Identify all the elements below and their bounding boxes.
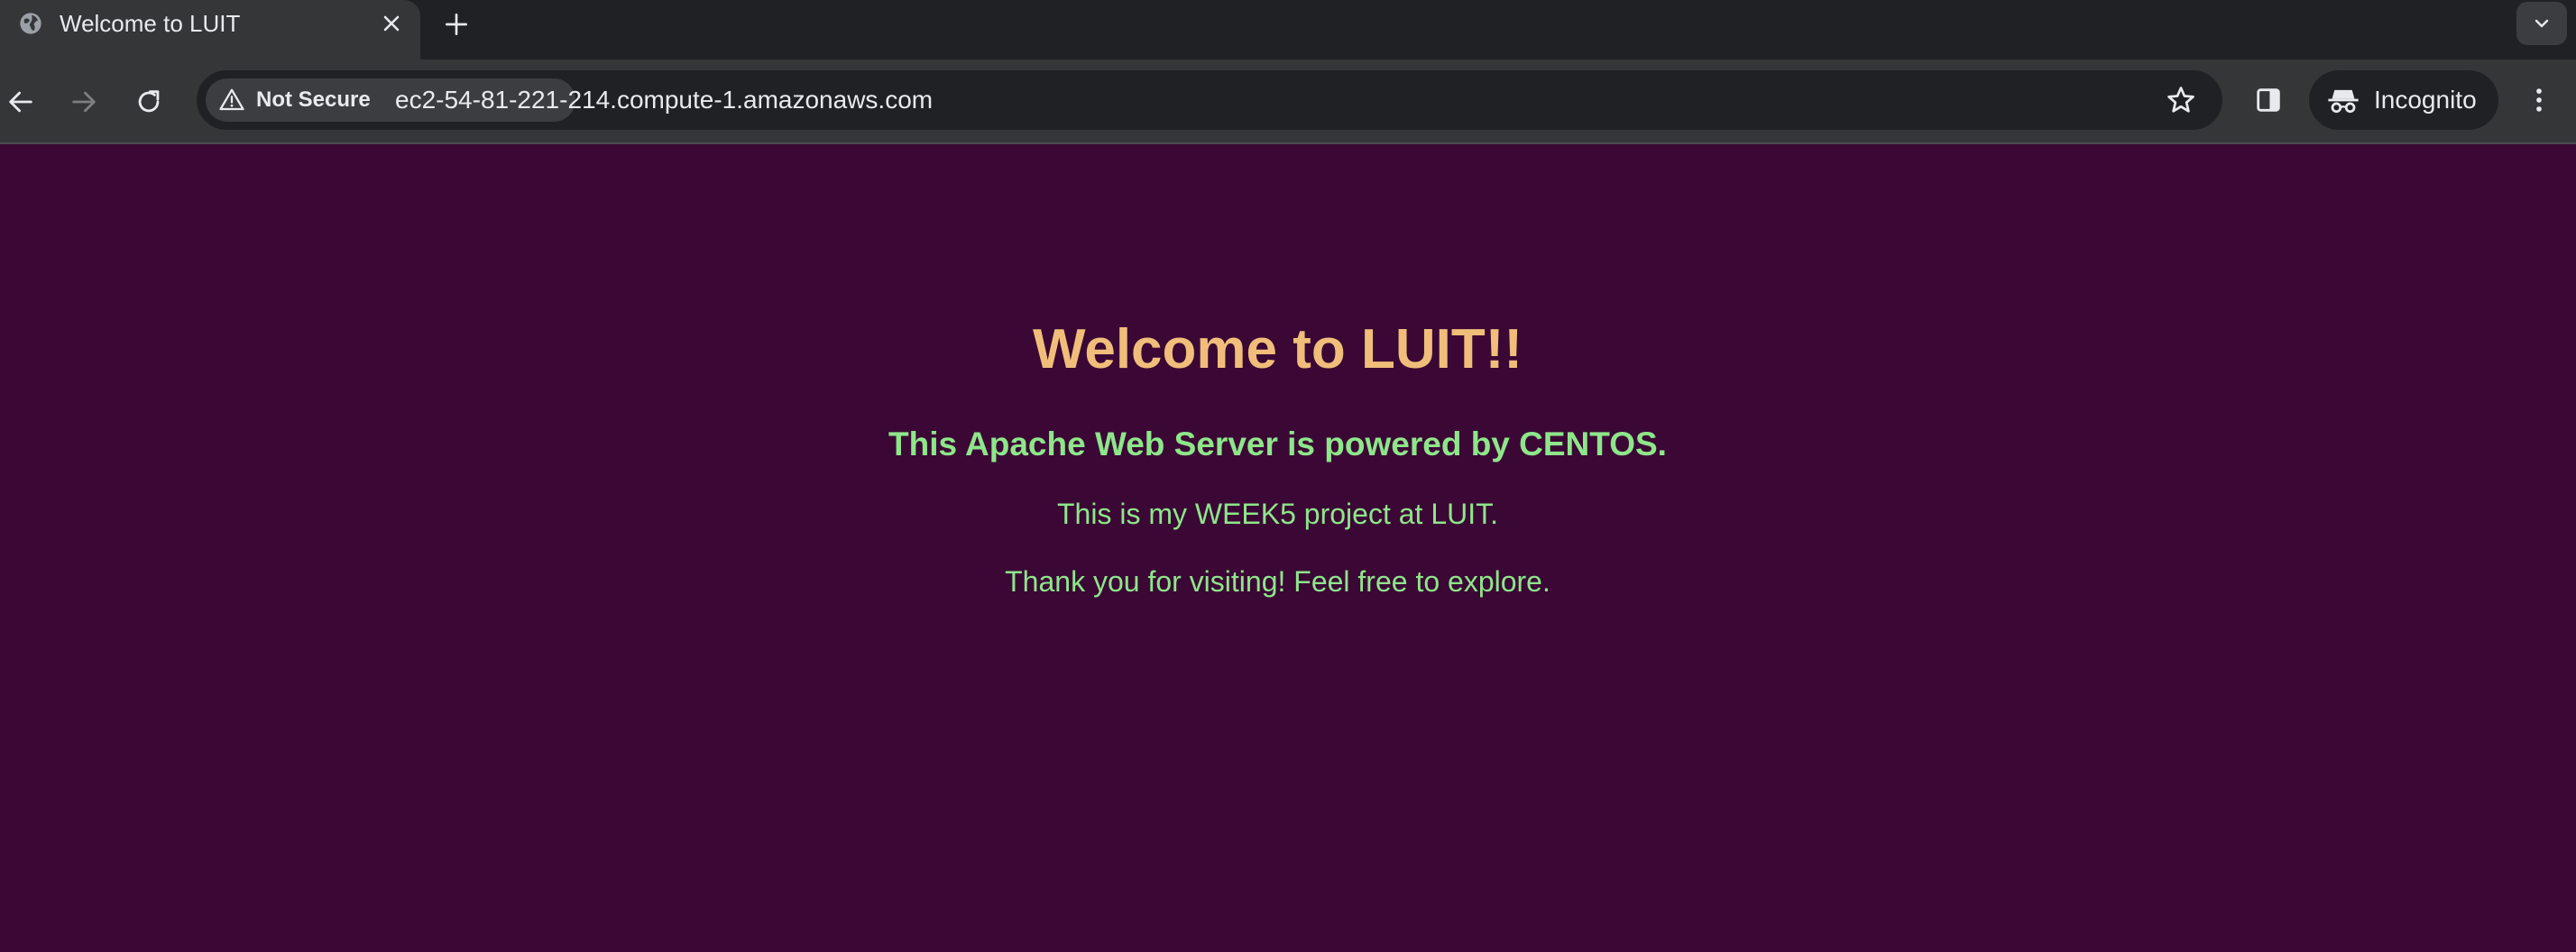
tab-search-button[interactable]	[2516, 2, 2567, 45]
page-heading: Welcome to LUIT!!	[1032, 318, 1523, 380]
browser-window: Welcome to LUIT Not Secure ec2-54-81-221…	[0, 0, 2576, 952]
chevron-down-icon	[2535, 19, 2549, 28]
url-text[interactable]: ec2-54-81-221-214.compute-1.amazonaws.co…	[395, 84, 933, 116]
star-icon[interactable]	[2165, 84, 2197, 116]
incognito-profile-button[interactable]: Incognito	[2309, 70, 2498, 130]
side-panel-icon[interactable]	[2253, 85, 2284, 115]
page-subheading: This Apache Web Server is powered by CEN…	[888, 426, 1667, 462]
page-content: Welcome to LUIT!! This Apache Web Server…	[0, 144, 2576, 952]
more-vert-icon[interactable]	[2524, 85, 2554, 115]
tab-welcome[interactable]: Welcome to LUIT	[0, 0, 420, 60]
incognito-icon	[2328, 89, 2359, 114]
reload-icon[interactable]	[133, 87, 164, 117]
plus-icon[interactable]	[442, 10, 471, 39]
paragraph-thanks: Thank you for visiting! Feel free to exp…	[1005, 565, 1550, 598]
incognito-label: Incognito	[2374, 86, 2477, 114]
address-bar[interactable]: Not Secure ec2-54-81-221-214.compute-1.a…	[197, 70, 2222, 130]
close-icon[interactable]	[379, 11, 404, 36]
forward-arrow-icon[interactable]	[69, 87, 99, 117]
back-arrow-icon[interactable]	[5, 87, 36, 117]
toolbar: Not Secure ec2-54-81-221-214.compute-1.a…	[0, 60, 2576, 144]
security-label: Not Secure	[256, 87, 371, 112]
tab-title: Welcome to LUIT	[60, 10, 241, 37]
warning-icon	[219, 88, 244, 111]
tab-strip: Welcome to LUIT	[0, 0, 2576, 60]
paragraph-project: This is my WEEK5 project at LUIT.	[1056, 498, 1498, 530]
globe-icon	[20, 13, 41, 34]
